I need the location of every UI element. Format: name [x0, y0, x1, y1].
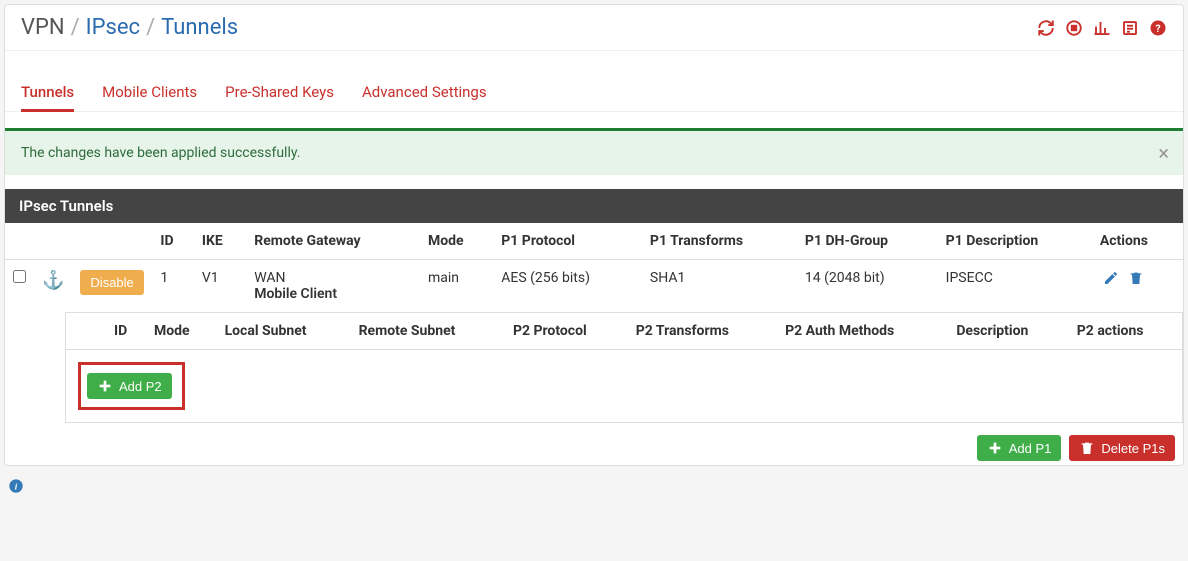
add-p1-label: Add P1 — [1009, 441, 1052, 456]
p1-row: ⚓ Disable 1 V1 WAN Mobile Client main AE… — [5, 260, 1183, 313]
p1-col-id: ID — [152, 223, 193, 260]
svg-text:?: ? — [1155, 21, 1160, 34]
tabs: Tunnels Mobile Clients Pre-Shared Keys A… — [5, 73, 1183, 112]
p1-select-checkbox[interactable] — [13, 270, 26, 283]
breadcrumb-vpn: VPN — [21, 15, 65, 40]
add-p2-label: Add P2 — [119, 379, 162, 394]
breadcrumb-ipsec[interactable]: IPsec — [86, 15, 140, 40]
refresh-icon[interactable] — [1037, 19, 1055, 37]
p1-col-proto: P1 Protocol — [493, 223, 642, 260]
p1-transforms: SHA1 — [642, 260, 797, 313]
info-icon[interactable]: i — [8, 478, 24, 498]
p2-col-remote: Remote Subnet — [351, 313, 505, 350]
p1-col-ike: IKE — [194, 223, 246, 260]
status-icon[interactable] — [1093, 19, 1111, 37]
log-icon[interactable] — [1121, 19, 1139, 37]
stop-service-icon[interactable] — [1065, 19, 1083, 37]
trash-icon — [1079, 440, 1095, 456]
p1-col-gateway: Remote Gateway — [246, 223, 420, 260]
p1-gateway-interface: WAN — [254, 270, 412, 286]
breadcrumb: VPN / IPsec / Tunnels — [21, 15, 238, 40]
edit-p1-icon[interactable] — [1103, 270, 1119, 286]
p1-id: 1 — [152, 260, 193, 313]
breadcrumb-tunnels[interactable]: Tunnels — [161, 15, 238, 40]
close-alert-button[interactable]: × — [1158, 141, 1169, 165]
p2-col-local: Local Subnet — [217, 313, 351, 350]
success-alert: The changes have been applied successful… — [5, 131, 1183, 175]
p2-col-mode: Mode — [146, 313, 217, 350]
p1-gateway-mobile: Mobile Client — [254, 286, 412, 302]
help-icon[interactable]: ? — [1149, 19, 1167, 37]
tab-tunnels[interactable]: Tunnels — [21, 73, 74, 111]
delete-p1s-label: Delete P1s — [1101, 441, 1165, 456]
p1-col-dh: P1 DH-Group — [797, 223, 938, 260]
p1-col-actions: Actions — [1092, 223, 1183, 260]
breadcrumb-sep: / — [146, 15, 155, 40]
tab-mobile-clients[interactable]: Mobile Clients — [102, 73, 197, 111]
p1-table: ID IKE Remote Gateway Mode P1 Protocol P… — [5, 223, 1183, 423]
p2-col-desc: Description — [948, 313, 1068, 350]
anchor-icon[interactable]: ⚓ — [42, 270, 64, 291]
section-title: IPsec Tunnels — [5, 189, 1183, 223]
breadcrumb-sep: / — [71, 15, 80, 40]
p1-dh: 14 (2048 bit) — [797, 260, 938, 313]
p2-table: ID Mode Local Subnet Remote Subnet P2 Pr… — [66, 313, 1182, 422]
delete-p1-icon[interactable] — [1128, 270, 1144, 286]
alert-message: The changes have been applied successful… — [21, 145, 300, 161]
delete-p1s-button[interactable]: Delete P1s — [1069, 435, 1175, 461]
p2-col-id: ID — [106, 313, 146, 350]
disable-button[interactable]: Disable — [80, 270, 143, 295]
p1-gateway: WAN Mobile Client — [246, 260, 420, 313]
p1-col-desc: P1 Description — [938, 223, 1092, 260]
add-p2-button[interactable]: Add P2 — [87, 373, 172, 399]
add-p1-button[interactable]: Add P1 — [977, 435, 1062, 461]
header-actions: ? — [1037, 19, 1167, 37]
plus-icon — [987, 440, 1003, 456]
p1-mode: main — [420, 260, 493, 313]
tab-preshared-keys[interactable]: Pre-Shared Keys — [225, 73, 334, 111]
add-p2-highlight: Add P2 — [78, 362, 185, 410]
p2-col-actions: P2 actions — [1069, 313, 1182, 350]
p2-col-transforms: P2 Transforms — [628, 313, 777, 350]
p1-col-mode: Mode — [420, 223, 493, 260]
tab-advanced-settings[interactable]: Advanced Settings — [362, 73, 487, 111]
p2-col-auth: P2 Auth Methods — [777, 313, 948, 350]
p1-desc: IPSECC — [938, 260, 1092, 313]
plus-icon — [97, 378, 113, 394]
p1-proto: AES (256 bits) — [493, 260, 642, 313]
p1-col-transforms: P1 Transforms — [642, 223, 797, 260]
p1-ike: V1 — [194, 260, 246, 313]
footer-buttons: Add P1 Delete P1s — [5, 423, 1183, 465]
p2-col-proto: P2 Protocol — [505, 313, 628, 350]
